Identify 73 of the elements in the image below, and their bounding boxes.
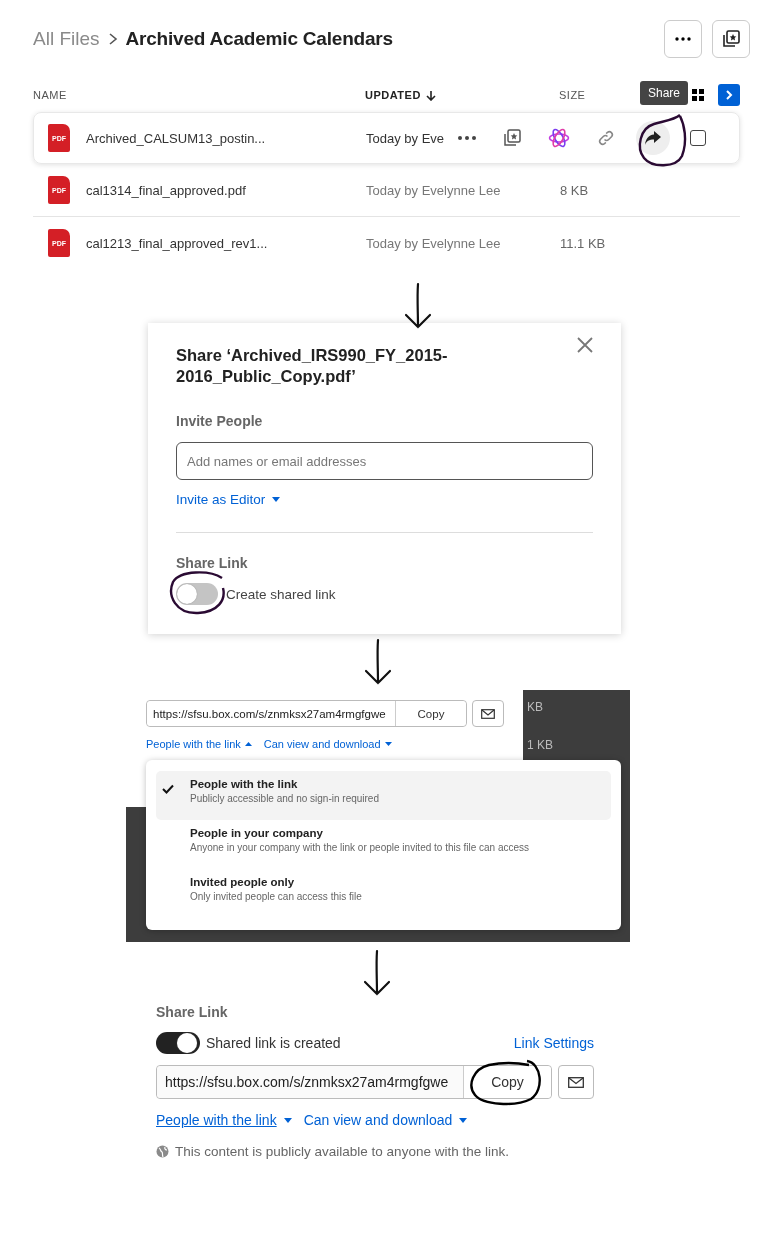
option-description: Publicly accessible and no sign-in required (190, 793, 379, 804)
caret-down-icon (283, 1117, 292, 1123)
file-name[interactable]: cal1213_final_approved_rev1... (86, 235, 366, 251)
dialog-title: Share ‘Archived_IRS990_FY_2015-2016_Public_Copy.pdf’ (176, 345, 449, 387)
more-button[interactable] (664, 20, 702, 58)
updated-text: Today by Eve (366, 130, 446, 146)
email-button[interactable] (558, 1065, 594, 1099)
invite-field[interactable]: Add names or email addresses (176, 442, 593, 480)
toggle-label: Shared link is created (206, 1035, 341, 1051)
collections-button[interactable] (712, 20, 750, 58)
link-icon[interactable] (596, 128, 616, 148)
file-name[interactable]: Archived_CALSUM13_postin... (86, 130, 366, 146)
permission-dropdown[interactable]: Can view and download (303, 1112, 468, 1128)
close-icon[interactable] (577, 337, 593, 353)
toggle-switch[interactable] (176, 583, 218, 605)
grid-view-icon[interactable] (692, 89, 704, 101)
caret-down-icon (384, 742, 392, 746)
size-text: 1 KB (527, 738, 553, 752)
atom-icon[interactable] (548, 127, 570, 149)
toggle-label: Create shared link (226, 586, 336, 602)
url-field[interactable]: https://sfsu.box.com/s/znmksx27am4rmgfgwе Copy (156, 1065, 552, 1099)
access-option[interactable]: People in your company Anyone in your company with the link or people invited to this file can access (156, 820, 611, 869)
column-header[interactable]: SIZE (559, 89, 586, 101)
updated-text: Today by Evelynne Lee (366, 182, 502, 198)
size-text: 11.1 KB (560, 235, 606, 251)
access-option[interactable]: People with the link Publicly accessible and no sign-in required (156, 771, 611, 820)
option-description: Only invited people can access this file (190, 891, 362, 902)
option-description: Anyone in your company with the link or people invited to this file can access (190, 842, 530, 853)
option-title: Invited people only (190, 876, 296, 888)
size-text: 8 KB (560, 182, 589, 198)
section-label: Share Link (176, 555, 249, 571)
share-button[interactable] (636, 121, 670, 155)
column-header[interactable]: NAME (33, 89, 365, 101)
option-title: People in your company (190, 827, 324, 839)
email-button[interactable] (472, 700, 504, 727)
breadcrumb-item[interactable]: Archived Academic Calendars (125, 28, 393, 50)
breadcrumb-item[interactable]: All Files (33, 28, 100, 50)
file-name[interactable]: cal1314_final_approved.pdf (86, 182, 366, 198)
updated-text: Today by Evelynne Lee (366, 235, 502, 251)
caret-down-icon (459, 1117, 468, 1123)
chevron-right-icon (725, 89, 733, 101)
share-arrow-icon (644, 130, 662, 146)
mail-icon (481, 708, 495, 719)
chevron-right-icon (107, 32, 118, 46)
checkmark-icon (162, 784, 174, 794)
url-text: https://sfsu.box.com/s/znmksx27am4rmgfgwе (147, 701, 396, 726)
checkbox[interactable] (690, 130, 706, 146)
more-icon[interactable] (458, 136, 476, 140)
caret-up-icon (244, 742, 252, 746)
url-field[interactable]: https://sfsu.box.com/s/znmksx27am4rmgfgwе Copy (146, 700, 467, 727)
access-dropdown[interactable]: People with the link (156, 1112, 292, 1128)
caret-down-icon (272, 497, 281, 502)
access-option[interactable]: Invited people only Only invited people can access this file (156, 869, 611, 918)
section-label: Share Link (156, 1004, 229, 1020)
access-dropdown[interactable]: People with the link (146, 738, 252, 750)
collections-icon (721, 29, 741, 49)
expand-sidebar-button[interactable] (718, 84, 740, 106)
invite-role-dropdown[interactable]: Invite as Editor (176, 492, 281, 507)
arrow-down-icon (425, 89, 436, 101)
link-settings-link[interactable]: Link Settings (513, 1035, 594, 1051)
globe-icon (156, 1145, 169, 1158)
option-title: People with the link (190, 778, 299, 790)
url-text: https://sfsu.box.com/s/znmksx27am4rmgfgwе (157, 1066, 464, 1098)
more-icon (675, 37, 691, 41)
size-text: KB (527, 700, 544, 714)
collections-icon[interactable] (502, 128, 522, 148)
column-header[interactable]: UPDATED (365, 89, 559, 101)
permission-dropdown[interactable]: Can view and download (263, 738, 392, 750)
tooltip: Share (640, 81, 689, 105)
section-label: Invite People (176, 413, 264, 429)
notice-text: This content is publicly available to anyone with the link. (175, 1144, 509, 1159)
toggle-switch[interactable] (156, 1032, 200, 1054)
mail-icon (568, 1076, 584, 1088)
